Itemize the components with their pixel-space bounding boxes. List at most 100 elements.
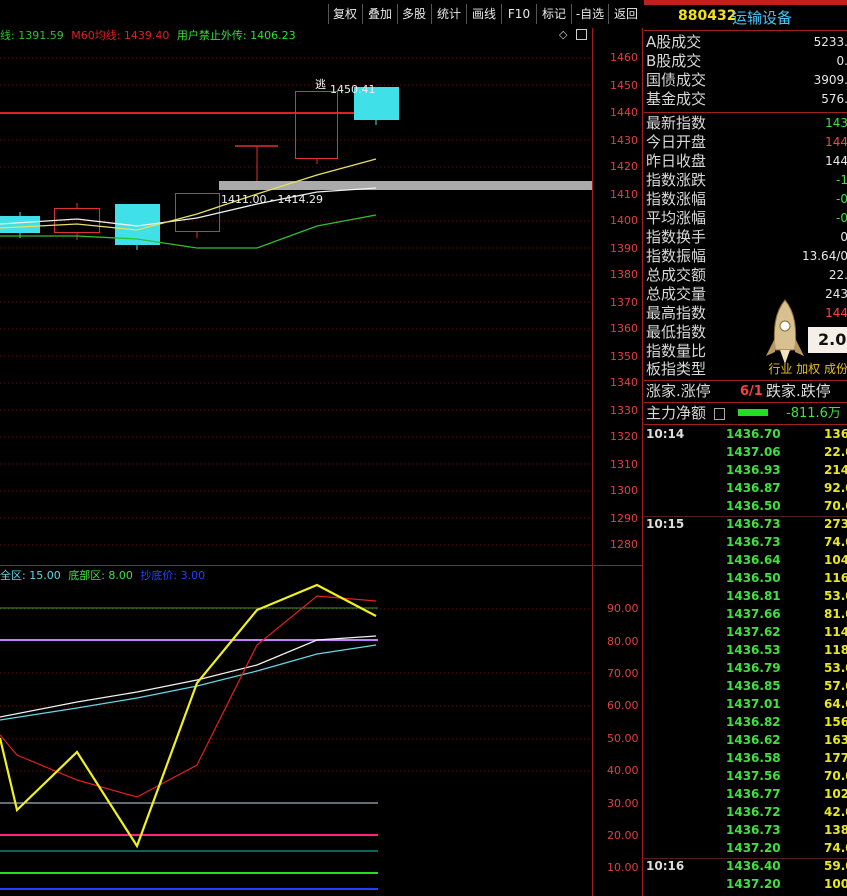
ma-line-label: 线: 1391.59 <box>0 29 64 42</box>
tick-volume: 59.0 <box>824 859 847 873</box>
stat-label: 最高指数 <box>646 304 707 322</box>
tick-row: 1436.64 104 <box>644 553 847 571</box>
tick-volume: 104 <box>824 553 847 567</box>
rocket-icon[interactable] <box>762 298 808 368</box>
remove-watchlist-button[interactable]: -自选 <box>571 4 608 24</box>
tick-volume: 81.0 <box>824 607 847 621</box>
indicator-tick: 20.00 <box>607 829 639 842</box>
stat-value: 0 <box>840 230 847 244</box>
price-tick: 1350 <box>610 350 638 363</box>
multi-stock-button[interactable]: 多股 <box>397 4 430 24</box>
tick-volume: 64.0 <box>824 697 847 711</box>
up-down-count: 6/1 <box>740 384 763 399</box>
tick-price: 1436.85 <box>726 679 781 693</box>
tick-price: 1436.73 <box>726 535 781 549</box>
indicator-tick: 40.00 <box>607 764 639 777</box>
tick-row: 1436.85 57.0 <box>644 679 847 697</box>
tick-row: 1436.53 118 <box>644 643 847 661</box>
tick-volume: 53.0 <box>824 661 847 675</box>
tick-price: 1436.72 <box>726 805 781 819</box>
f10-button[interactable]: F10 <box>501 4 536 24</box>
stat-label: 国债成交 <box>646 71 707 89</box>
zone-range-label: 1411.00 - 1414.29 <box>221 193 323 206</box>
mark-button[interactable]: 标记 <box>536 4 571 24</box>
high-price-label: 1450.41 <box>330 83 376 96</box>
tick-price: 1437.56 <box>726 769 781 783</box>
diamond-icon[interactable]: ◇ <box>559 28 567 41</box>
tick-price: 1436.50 <box>726 499 781 513</box>
stat-label: B股成交 <box>646 52 702 70</box>
index-name: 运输设备 <box>732 9 793 27</box>
price-tick: 1420 <box>610 160 638 173</box>
tick-row: 1436.79 53.0 <box>644 661 847 679</box>
stat-value: 5233. <box>813 35 847 49</box>
tick-volume: 57.0 <box>824 679 847 693</box>
tick-row: 1436.50 116 <box>644 571 847 589</box>
price-tick: 1440 <box>610 106 638 119</box>
price-tick: 1450 <box>610 79 638 92</box>
price-tick: 1300 <box>610 484 638 497</box>
stat-row: 指数换手 0 <box>646 228 847 247</box>
tick-time: 10:16 <box>646 859 685 873</box>
stat-label: 昨日收盘 <box>646 152 707 170</box>
stat-label: 指数涨跌 <box>646 171 707 189</box>
stat-label: 今日开盘 <box>646 133 707 151</box>
tick-price: 1436.87 <box>726 481 781 495</box>
back-button[interactable]: 返回 <box>608 4 643 24</box>
tick-volume: 116 <box>824 571 847 585</box>
price-tick: 1310 <box>610 458 638 471</box>
net-flow-value: -811.6万 <box>786 406 841 421</box>
stat-label: 指数振幅 <box>646 247 707 265</box>
draw-line-button[interactable]: 画线 <box>466 4 501 24</box>
tick-volume: 22.0 <box>824 445 847 459</box>
indicator-tick: 30.00 <box>607 797 639 810</box>
price-tick: 1360 <box>610 322 638 335</box>
price-tick: 1400 <box>610 214 638 227</box>
tick-price: 1436.82 <box>726 715 781 729</box>
stat-label: 指数换手 <box>646 228 707 246</box>
m60-line-label: M60均线: 1439.40 <box>71 29 170 42</box>
window-icon[interactable] <box>576 29 587 40</box>
tick-row: 1437.01 64.0 <box>644 697 847 715</box>
tick-price: 1437.06 <box>726 445 781 459</box>
stat-value: 22. <box>828 268 847 282</box>
stat-label: 平均涨幅 <box>646 209 707 227</box>
tick-price: 1436.79 <box>726 661 781 675</box>
kline-chart[interactable] <box>0 0 643 896</box>
stat-row: B股成交 0. <box>646 52 847 71</box>
price-tick: 1430 <box>610 134 638 147</box>
fuquan-button[interactable]: 复权 <box>328 4 361 24</box>
price-tick: 1390 <box>610 242 638 255</box>
tick-row: 1437.20 100 <box>644 877 847 895</box>
stat-label: 总成交量 <box>646 285 707 303</box>
tick-price: 1436.81 <box>726 589 781 603</box>
tick-price: 1436.53 <box>726 643 781 657</box>
stat-row: 总成交量 243 <box>646 285 847 304</box>
overlay-button[interactable]: 叠加 <box>362 4 397 24</box>
tick-volume: 102 <box>824 787 847 801</box>
net-flow-bar <box>738 409 768 416</box>
tick-price: 1436.77 <box>726 787 781 801</box>
stat-label: 指数涨幅 <box>646 190 707 208</box>
stat-value: -0 <box>836 211 847 225</box>
stat-row: 指数涨跌 -1 <box>646 171 847 190</box>
indicator-legend: 全区: 15.00 底部区: 8.00 抄底价: 3.00 <box>0 567 205 583</box>
tick-volume: 156 <box>824 715 847 729</box>
tick-row: 1436.62 163 <box>644 733 847 751</box>
down-stocks-label: 跌家.跌停 <box>766 382 831 400</box>
indicator-tick: 10.00 <box>607 861 639 874</box>
quote-sidebar: 880432 运输设备 A股成交 5233. B股成交 0. 国债成交 3909. 基金成交… <box>644 0 847 896</box>
user-line-label: 用户禁止外传: 1406.23 <box>176 29 296 42</box>
stat-row: 最新指数 143 <box>646 114 847 133</box>
statistics-button[interactable]: 统计 <box>431 4 466 24</box>
stat-value: 144 <box>825 306 847 320</box>
tick-row: 1437.20 74.0 <box>644 841 847 859</box>
stat-row: 基金成交 576. <box>646 90 847 109</box>
stat-value: 144 <box>825 135 847 149</box>
tick-volume: 136 <box>824 427 847 441</box>
tick-volume: 214 <box>824 463 847 477</box>
stat-row: A股成交 5233. <box>646 33 847 52</box>
tick-row: 1437.62 114 <box>644 625 847 643</box>
doc-icon[interactable] <box>714 408 725 420</box>
tick-volume: 53.0 <box>824 589 847 603</box>
